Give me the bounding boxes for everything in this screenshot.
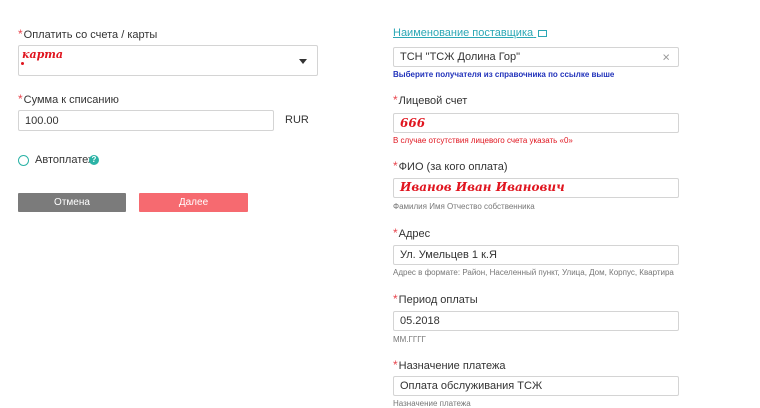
currency-label: RUR bbox=[285, 114, 309, 126]
purpose-hint: Назначение платежа bbox=[393, 399, 471, 408]
amount-input[interactable]: 100.00 bbox=[18, 110, 274, 131]
cancel-button[interactable]: Отмена bbox=[18, 193, 126, 212]
autopay-radio[interactable] bbox=[18, 155, 29, 166]
purpose-value: Оплата обслуживания ТСЖ bbox=[400, 380, 543, 392]
fio-label: *ФИО (за кого оплата) bbox=[393, 159, 508, 173]
period-input[interactable]: 05.2018 bbox=[393, 311, 679, 331]
next-button[interactable]: Далее bbox=[139, 193, 248, 212]
purpose-input[interactable]: Оплата обслуживания ТСЖ bbox=[393, 376, 679, 396]
help-icon[interactable]: ? bbox=[89, 155, 99, 165]
fio-value: Иванов Иван Иванович bbox=[400, 180, 565, 194]
fio-input[interactable]: Иванов Иван Иванович bbox=[393, 178, 679, 198]
provider-input[interactable]: ТСН "ТСЖ Долина Гор" × bbox=[393, 47, 679, 67]
purpose-label: *Назначение платежа bbox=[393, 358, 506, 372]
chevron-down-icon[interactable] bbox=[299, 59, 307, 64]
address-value: Ул. Умельцев 1 к.Я bbox=[400, 249, 497, 261]
account-value: 666 bbox=[400, 116, 426, 130]
pay-from-value: карта bbox=[22, 48, 64, 61]
pay-from-select[interactable]: карта bbox=[18, 45, 318, 76]
period-label: *Период оплаты bbox=[393, 292, 478, 306]
provider-hint: Выберите получателя из справочника по сс… bbox=[393, 70, 615, 79]
period-hint: ММ.ГГГГ bbox=[393, 335, 426, 344]
provider-link[interactable]: Наименование поставщика bbox=[393, 27, 548, 39]
external-link-icon bbox=[538, 29, 548, 37]
amount-label: *Сумма к списанию bbox=[18, 92, 119, 106]
period-value: 05.2018 bbox=[400, 315, 440, 327]
account-hint: В случае отсутствия лицевого счета указа… bbox=[393, 136, 573, 145]
address-hint: Адрес в формате: Район, Населенный пункт… bbox=[393, 268, 674, 277]
account-input[interactable]: 666 bbox=[393, 113, 679, 133]
amount-value: 100.00 bbox=[25, 114, 59, 127]
pay-from-label: *Оплатить со счета / карты bbox=[18, 27, 158, 41]
provider-value: ТСН "ТСЖ Долина Гор" bbox=[400, 51, 521, 63]
clear-icon[interactable]: × bbox=[662, 50, 670, 65]
fio-hint: Фамилия Имя Отчество собственника bbox=[393, 202, 535, 211]
address-label: *Адрес bbox=[393, 226, 431, 240]
autopay-label: Автоплатеж bbox=[35, 154, 96, 166]
pen-mark bbox=[21, 62, 24, 65]
account-label: *Лицевой счет bbox=[393, 93, 468, 107]
address-input[interactable]: Ул. Умельцев 1 к.Я bbox=[393, 245, 679, 265]
